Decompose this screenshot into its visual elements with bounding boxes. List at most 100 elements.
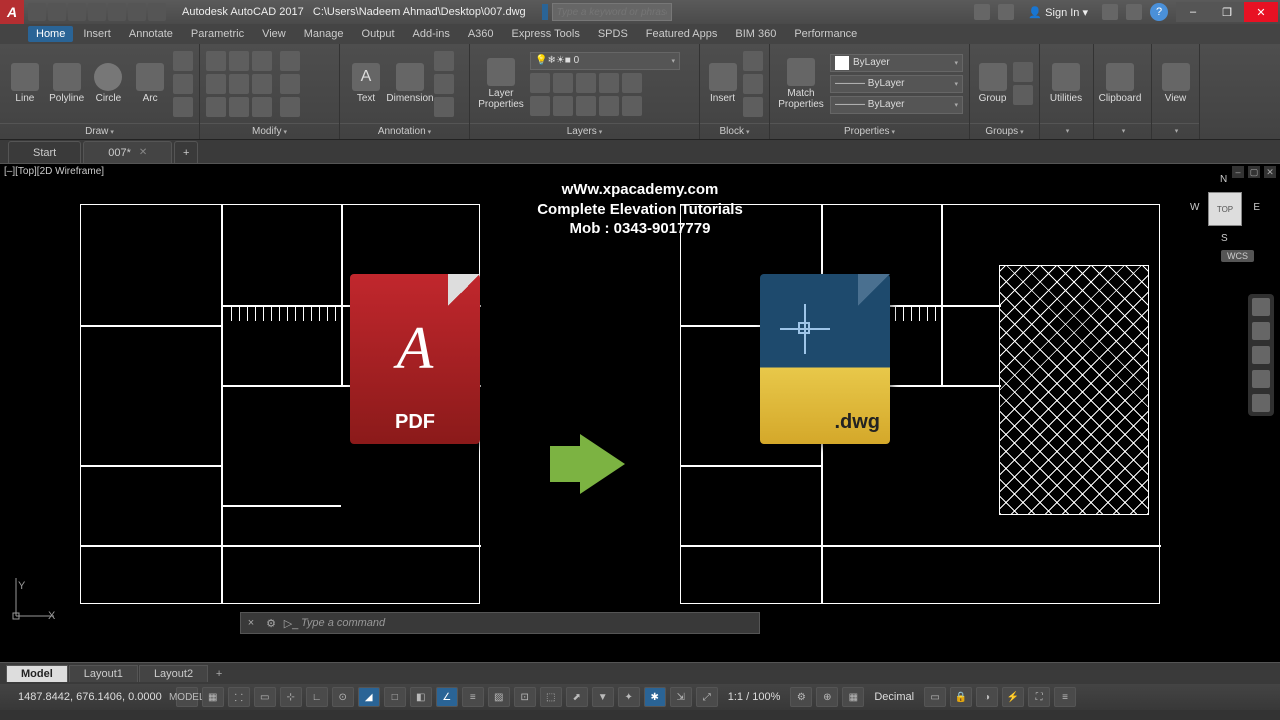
arc-button[interactable]: Arc xyxy=(131,63,169,104)
tab-output[interactable]: Output xyxy=(354,26,403,42)
gizmo-toggle[interactable]: ✦ xyxy=(618,687,640,707)
circle-button[interactable]: Circle xyxy=(90,63,128,104)
nav-orbit-icon[interactable] xyxy=(1252,370,1270,388)
layer-icon[interactable] xyxy=(599,96,619,116)
layout-layout2[interactable]: Layout2 xyxy=(139,665,208,682)
tab-expresstools[interactable]: Express Tools xyxy=(504,26,588,42)
grid-toggle[interactable]: ▦ xyxy=(202,687,224,707)
nav-pan-icon[interactable] xyxy=(1252,322,1270,340)
array-icon[interactable] xyxy=(252,97,272,117)
tab-performance[interactable]: Performance xyxy=(786,26,865,42)
lockui-toggle[interactable]: 🔒 xyxy=(950,687,972,707)
clipboard-button[interactable]: Clipboard xyxy=(1100,63,1140,104)
layer-combo[interactable]: 💡❄☀■ 0 xyxy=(530,52,680,70)
layout-add-button[interactable]: + xyxy=(209,668,229,680)
layout-model[interactable]: Model xyxy=(6,665,68,682)
panel-groups-title[interactable]: Groups xyxy=(970,123,1039,139)
nav-zoom-icon[interactable] xyxy=(1252,346,1270,364)
mirror-icon[interactable] xyxy=(229,74,249,94)
cmd-customize-icon[interactable]: ⚙ xyxy=(261,617,281,630)
infocenter-search-icon[interactable] xyxy=(974,4,990,20)
viewcube-south[interactable]: S xyxy=(1221,233,1228,244)
vp-close-icon[interactable]: ✕ xyxy=(1264,166,1276,178)
stayconnected-icon[interactable] xyxy=(1126,4,1142,20)
infocenter-search-input[interactable] xyxy=(552,3,672,21)
cmd-close-icon[interactable]: × xyxy=(241,617,261,629)
tab-close-icon[interactable]: ✕ xyxy=(139,147,147,158)
annotation-monitor[interactable]: ⊕ xyxy=(816,687,838,707)
layer-icon[interactable] xyxy=(622,96,642,116)
draw-extra-icon[interactable] xyxy=(173,51,193,71)
3dosnap-toggle[interactable]: ◧ xyxy=(410,687,432,707)
viewcube-north[interactable]: N xyxy=(1220,174,1227,185)
matchprops-button[interactable]: MatchProperties xyxy=(776,58,826,110)
cleanscreen-toggle[interactable]: ⛶ xyxy=(1028,687,1050,707)
draw-extra-icon[interactable] xyxy=(173,97,193,117)
utilities-button[interactable]: Utilities xyxy=(1046,63,1086,104)
modelspace-toggle[interactable]: MODEL xyxy=(176,687,198,707)
view-cube[interactable]: N S W E TOP xyxy=(1190,174,1260,244)
erase-icon[interactable] xyxy=(280,51,300,71)
units-toggle[interactable]: ▦ xyxy=(842,687,864,707)
block-icon[interactable] xyxy=(743,97,763,117)
panel-clipboard-title[interactable] xyxy=(1094,123,1151,139)
panel-draw-title[interactable]: Draw xyxy=(0,123,199,139)
layer-icon[interactable] xyxy=(576,96,596,116)
block-icon[interactable] xyxy=(743,51,763,71)
drawing-area[interactable]: [–][Top][2D Wireframe] – ▢ ✕ wWw.xpacade… xyxy=(0,164,1280,662)
tab-start[interactable]: Start xyxy=(8,141,81,163)
fillet-icon[interactable] xyxy=(252,74,272,94)
infer-toggle[interactable]: ▭ xyxy=(254,687,276,707)
panel-annotation-title[interactable]: Annotation xyxy=(340,123,469,139)
lineweight-toggle[interactable]: ≡ xyxy=(462,687,484,707)
selection-cycling-toggle[interactable]: ⊡ xyxy=(514,687,536,707)
tab-bim360[interactable]: BIM 360 xyxy=(727,26,784,42)
linetype-combo[interactable]: ——— ByLayer xyxy=(830,96,963,114)
layer-icon[interactable] xyxy=(530,96,550,116)
panel-utilities-title[interactable] xyxy=(1040,123,1093,139)
dyn-ucs-toggle[interactable]: ⬈ xyxy=(566,687,588,707)
otrack-toggle[interactable]: ∠ xyxy=(436,687,458,707)
lineweight-combo[interactable]: ——— ByLayer xyxy=(830,75,963,93)
layerprops-button[interactable]: LayerProperties xyxy=(476,58,526,110)
window-close-button[interactable]: ✕ xyxy=(1244,2,1278,22)
tab-new-button[interactable]: + xyxy=(174,141,198,163)
window-minimize-button[interactable]: – xyxy=(1176,2,1210,22)
snap-toggle[interactable]: ⸬ xyxy=(228,687,250,707)
nav-showmotion-icon[interactable] xyxy=(1252,394,1270,412)
3d-toggle[interactable]: ⬚ xyxy=(540,687,562,707)
offset-icon[interactable] xyxy=(280,97,300,117)
tab-annotate[interactable]: Annotate xyxy=(121,26,181,42)
qat-save-icon[interactable] xyxy=(68,3,86,21)
qat-redo-icon[interactable] xyxy=(148,3,166,21)
tab-manage[interactable]: Manage xyxy=(296,26,352,42)
viewcube-face[interactable]: TOP xyxy=(1208,192,1242,226)
quickprops-toggle[interactable]: ▭ xyxy=(924,687,946,707)
layer-icon[interactable] xyxy=(553,96,573,116)
hardware-accel-toggle[interactable]: ⚡ xyxy=(1002,687,1024,707)
units-readout[interactable]: Decimal xyxy=(868,691,920,703)
groupedit-icon[interactable] xyxy=(1013,85,1033,105)
tab-addins[interactable]: Add-ins xyxy=(405,26,458,42)
viewcube-west[interactable]: W xyxy=(1190,202,1199,213)
command-line[interactable]: × ⚙ ▷_ Type a command xyxy=(240,612,760,634)
qat-open-icon[interactable] xyxy=(48,3,66,21)
exchange-icon[interactable] xyxy=(1102,4,1118,20)
viewcube-east[interactable]: E xyxy=(1253,202,1260,213)
nav-fullnav-icon[interactable] xyxy=(1252,298,1270,316)
view-button[interactable]: View xyxy=(1158,63,1193,104)
workspace-switch[interactable]: ⚙ xyxy=(790,687,812,707)
qat-saveas-icon[interactable] xyxy=(88,3,106,21)
move-icon[interactable] xyxy=(206,51,226,71)
dynamic-input-toggle[interactable]: ⊹ xyxy=(280,687,302,707)
layer-icon[interactable] xyxy=(622,73,642,93)
group-button[interactable]: Group xyxy=(976,63,1009,104)
copy-icon[interactable] xyxy=(206,74,226,94)
explode-icon[interactable] xyxy=(280,74,300,94)
block-icon[interactable] xyxy=(743,74,763,94)
rotate-icon[interactable] xyxy=(229,51,249,71)
annotation-visibility-toggle[interactable]: ✱ xyxy=(644,687,666,707)
scale-icon[interactable] xyxy=(229,97,249,117)
ortho-toggle[interactable]: ∟ xyxy=(306,687,328,707)
panel-modify-title[interactable]: Modify xyxy=(200,123,339,139)
